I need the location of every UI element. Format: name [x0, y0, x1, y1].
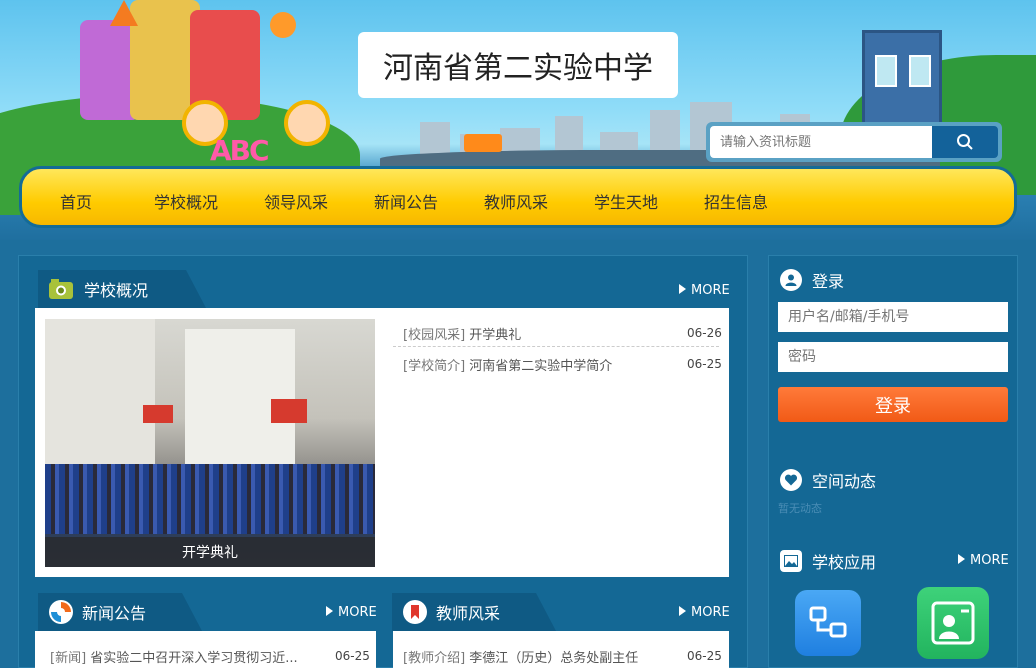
school-photo[interactable]: 开学典礼 [45, 319, 375, 567]
section-tab-news: 新闻公告 [38, 593, 202, 631]
search-bar [706, 122, 1002, 162]
app-tile-teacher[interactable] [917, 587, 989, 659]
space-empty-text: 暂无动态 [778, 502, 822, 515]
nav-item-teachers[interactable]: 教师风采 [484, 189, 548, 213]
apps-header: 学校应用 [780, 549, 876, 573]
username-input[interactable] [778, 302, 1008, 332]
login-button[interactable]: 登录 [778, 387, 1008, 422]
item-date: 06-25 [335, 649, 370, 663]
nav-item-admissions[interactable]: 招生信息 [704, 189, 768, 213]
nav-item-students[interactable]: 学生天地 [594, 189, 658, 213]
login-header: 登录 [780, 268, 844, 292]
heart-icon [780, 469, 802, 491]
teacher-icon [931, 601, 975, 645]
nav-item-home[interactable]: 首页 [60, 189, 92, 213]
search-icon [957, 134, 973, 150]
more-link-news[interactable]: MORE [326, 605, 377, 620]
camera-icon [49, 279, 73, 299]
search-button[interactable] [932, 126, 998, 158]
password-input[interactable] [778, 342, 1008, 372]
photo-caption: 开学典礼 [45, 537, 375, 567]
nav-item-leadership[interactable]: 领导风采 [264, 189, 328, 213]
truck-decoration [464, 134, 502, 152]
user-icon [780, 269, 802, 291]
main-nav: 首页 学校概况 领导风采 新闻公告 教师风采 学生天地 招生信息 [19, 166, 1017, 228]
section-title: 学校概况 [84, 281, 149, 300]
more-link-apps[interactable]: MORE [958, 553, 1009, 568]
nav-item-school-overview[interactable]: 学校概况 [154, 189, 218, 213]
structure-icon [809, 606, 847, 638]
section-title: 新闻公告 [82, 604, 147, 623]
ribbon-icon [403, 600, 427, 624]
section-tab-teachers: 教师风采 [392, 593, 556, 631]
list-item[interactable]: [校园风采] 开学典礼 [403, 324, 521, 343]
cartoon-girl [284, 100, 330, 146]
list-item[interactable]: [新闻] 省实验二中召开深入学习贯彻习近... [50, 647, 320, 666]
app-tile-structure[interactable] [795, 590, 861, 656]
nav-item-news[interactable]: 新闻公告 [374, 189, 438, 213]
space-header: 空间动态 [780, 468, 876, 492]
list-item[interactable]: [教师介绍] 李德江（历史）总务处副主任 [403, 647, 638, 666]
school-title: 河南省第二实验中学 [358, 32, 678, 98]
item-date: 06-25 [687, 649, 722, 663]
item-date: 06-25 [687, 357, 722, 371]
more-link-school-overview[interactable]: MORE [679, 283, 730, 298]
search-input[interactable] [710, 126, 932, 158]
divider [393, 346, 719, 347]
section-title: 教师风采 [436, 604, 501, 623]
section-tab-school-overview: 学校概况 [38, 270, 206, 308]
more-link-teachers[interactable]: MORE [679, 605, 730, 620]
list-item[interactable]: [学校简介] 河南省第二实验中学简介 [403, 355, 612, 374]
news-icon [49, 600, 73, 624]
image-icon [780, 550, 802, 572]
item-date: 06-26 [687, 326, 722, 340]
abc-letters: ABC [210, 134, 270, 167]
